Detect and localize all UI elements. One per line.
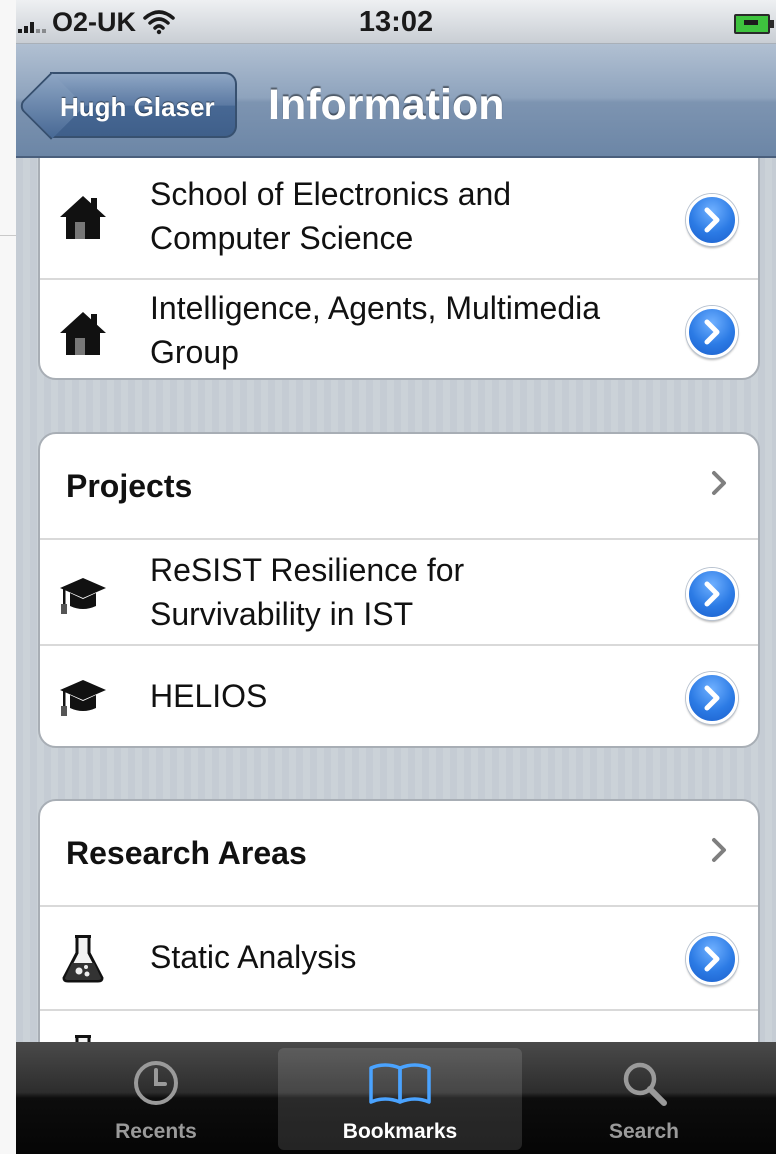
- row-title-line-2: Computer Science: [150, 220, 414, 256]
- page-margin: [0, 0, 16, 1154]
- list-item[interactable]: School of Electronics and Computer Scien…: [40, 160, 758, 278]
- list-item[interactable]: Intelligence, Agents, Multimedia Group: [40, 278, 758, 378]
- section-header: Projects: [66, 468, 193, 504]
- margin-divider: [0, 235, 16, 236]
- magnifier-icon: [623, 1062, 667, 1106]
- book-icon: [369, 1063, 431, 1104]
- chevron-right-icon: [704, 207, 720, 233]
- tab-recents[interactable]: Recents: [34, 1042, 278, 1154]
- back-button[interactable]: Hugh Glaser: [50, 72, 237, 138]
- chevron-right-icon: [704, 685, 720, 711]
- graduation-cap-icon: [60, 578, 106, 614]
- row-title-line-1: ReSIST Resilience for: [150, 552, 465, 588]
- list-item[interactable]: ReSIST Resilience for Survivability in I…: [40, 538, 758, 644]
- row-title-line-2: Survivability in IST: [150, 596, 414, 632]
- section-header: Research Areas: [66, 835, 307, 871]
- chevron-right-icon: [704, 319, 720, 345]
- tab-search[interactable]: Search: [522, 1042, 766, 1154]
- projects-group: Projects ReSIST Resilience for Survivabi…: [38, 432, 760, 748]
- flask-icon: [75, 1035, 91, 1042]
- content-scroll-area[interactable]: School of Electronics and Computer Scien…: [16, 158, 776, 1042]
- phone-screen: O2-UK 13:02 Hugh Glaser Information Scho…: [16, 0, 776, 1154]
- row-title-line-2: Group: [150, 334, 239, 370]
- navigation-bar: Hugh Glaser Information: [16, 44, 776, 158]
- detail-disclosure-button[interactable]: [686, 933, 738, 985]
- list-item[interactable]: Static Analysis: [40, 905, 758, 1009]
- chevron-right-icon: [712, 838, 726, 862]
- status-bar: O2-UK 13:02: [16, 0, 776, 44]
- house-icon: [60, 196, 106, 239]
- tab-label: Bookmarks: [342, 1120, 458, 1143]
- row-title-line-1: School of Electronics and: [150, 176, 512, 212]
- tab-label: Recents: [115, 1120, 197, 1143]
- chevron-right-icon: [704, 581, 720, 607]
- detail-disclosure-button[interactable]: [686, 306, 738, 358]
- clock: 13:02: [358, 6, 434, 38]
- row-title-line-1: Intelligence, Agents, Multimedia: [150, 290, 601, 326]
- tab-bookmarks[interactable]: Bookmarks: [278, 1048, 522, 1150]
- detail-disclosure-button[interactable]: [686, 672, 738, 724]
- battery-icon: [734, 14, 774, 34]
- chevron-right-icon: [704, 946, 720, 972]
- row-title: Static Analysis: [150, 939, 357, 975]
- house-icon: [60, 312, 106, 355]
- back-button-label: Hugh Glaser: [60, 92, 215, 122]
- page-title: Information: [268, 81, 505, 129]
- detail-disclosure-button[interactable]: [686, 568, 738, 620]
- tab-bar: Recents Bookmarks Search: [16, 1042, 776, 1154]
- chevron-right-icon: [712, 471, 726, 495]
- projects-header-row[interactable]: Projects: [40, 434, 758, 538]
- row-title: HELIOS: [150, 678, 268, 714]
- graduation-cap-icon: [60, 680, 106, 716]
- affiliations-group: School of Electronics and Computer Scien…: [38, 158, 760, 380]
- list-item[interactable]: HELIOS: [40, 644, 758, 746]
- tab-label: Search: [608, 1120, 680, 1143]
- flask-icon: [62, 935, 104, 983]
- list-item-partial[interactable]: [40, 1009, 758, 1042]
- detail-disclosure-button[interactable]: [686, 194, 738, 246]
- clock-icon: [134, 1061, 178, 1105]
- research-areas-header-row[interactable]: Research Areas: [40, 801, 758, 905]
- research-areas-group: Research Areas Static Analysis: [38, 799, 760, 1042]
